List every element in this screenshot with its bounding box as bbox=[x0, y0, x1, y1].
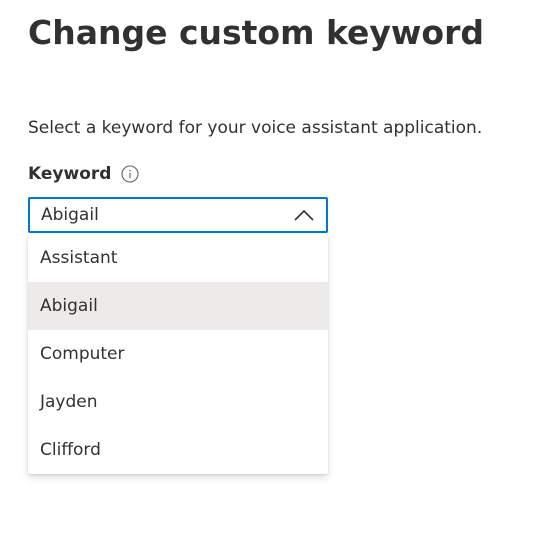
chevron-up-icon bbox=[286, 199, 322, 231]
keyword-option-clifford[interactable]: Clifford bbox=[28, 426, 328, 474]
keyword-option-computer[interactable]: Computer bbox=[28, 330, 328, 378]
keyword-dropdown-value: Abigail bbox=[41, 205, 99, 225]
keyword-option-abigail[interactable]: Abigail bbox=[28, 282, 328, 330]
keyword-options-list: Assistant Abigail Computer Jayden Cliffo… bbox=[28, 234, 328, 474]
keyword-option-jayden[interactable]: Jayden bbox=[28, 378, 328, 426]
keyword-option-assistant[interactable]: Assistant bbox=[28, 234, 328, 282]
page-title: Change custom keyword bbox=[28, 13, 484, 52]
info-icon[interactable] bbox=[121, 165, 139, 183]
keyword-dropdown[interactable]: Abigail bbox=[28, 197, 328, 233]
keyword-label: Keyword bbox=[28, 164, 112, 184]
keyword-label-row: Keyword bbox=[28, 162, 139, 186]
page-description: Select a keyword for your voice assistan… bbox=[28, 118, 483, 138]
